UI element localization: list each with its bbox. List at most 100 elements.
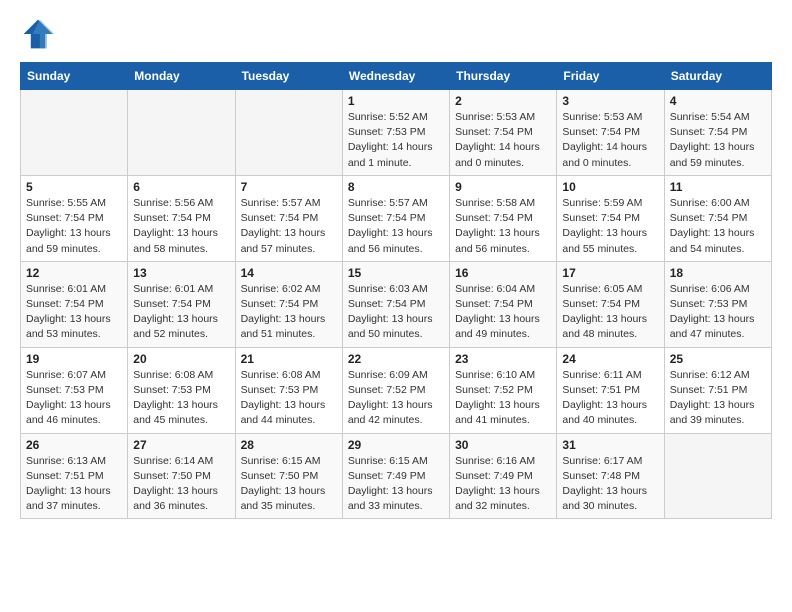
day-number: 27 [133, 438, 229, 452]
day-number: 2 [455, 94, 551, 108]
day-number: 6 [133, 180, 229, 194]
day-detail: Sunrise: 6:14 AM Sunset: 7:50 PM Dayligh… [133, 454, 229, 515]
calendar-cell: 18Sunrise: 6:06 AM Sunset: 7:53 PM Dayli… [664, 261, 771, 347]
calendar-cell: 25 Sunrise: 6:12 AM Sunset: 7:51 PM Dayli… [664, 347, 771, 433]
calendar-cell: 19 Sunrise: 6:07 AM Sunset: 7:53 PM Dayli… [21, 347, 128, 433]
page: SundayMondayTuesdayWednesdayThursdayFrid… [0, 0, 792, 535]
day-number: 3 [562, 94, 658, 108]
day-detail: Sunrise: 5:52 AM Sunset: 7:53 PM Dayligh… [348, 110, 444, 171]
day-detail: Sunrise: 6:01 AM Sunset: 7:54 PM Dayligh… [26, 282, 122, 343]
day-detail: Sunrise: 6:01 AM Sunset: 7:54 PM Dayligh… [133, 282, 229, 343]
week-row-5: 26 Sunrise: 6:13 AM Sunset: 7:51 PM Dayli… [21, 433, 772, 519]
calendar-cell: 28 Sunrise: 6:15 AM Sunset: 7:50 PM Dayli… [235, 433, 342, 519]
day-number: 26 [26, 438, 122, 452]
day-number: 20 [133, 352, 229, 366]
day-number: 21 [241, 352, 337, 366]
day-detail: Sunrise: 6:10 AM Sunset: 7:52 PM Dayligh… [455, 368, 551, 429]
day-number: 29 [348, 438, 444, 452]
calendar-cell: 13 Sunrise: 6:01 AM Sunset: 7:54 PM Dayli… [128, 261, 235, 347]
calendar-cell: 21 Sunrise: 6:08 AM Sunset: 7:53 PM Dayli… [235, 347, 342, 433]
calendar-cell: 26 Sunrise: 6:13 AM Sunset: 7:51 PM Dayli… [21, 433, 128, 519]
calendar-cell: 10 Sunrise: 5:59 AM Sunset: 7:54 PM Dayli… [557, 175, 664, 261]
week-row-4: 19 Sunrise: 6:07 AM Sunset: 7:53 PM Dayli… [21, 347, 772, 433]
calendar-cell [664, 433, 771, 519]
day-number: 22 [348, 352, 444, 366]
day-number: 10 [562, 180, 658, 194]
calendar-cell: 30 Sunrise: 6:16 AM Sunset: 7:49 PM Dayli… [450, 433, 557, 519]
day-number: 17 [562, 266, 658, 280]
calendar-cell: 2 Sunrise: 5:53 AM Sunset: 7:54 PM Daylig… [450, 90, 557, 176]
day-number: 13 [133, 266, 229, 280]
calendar-cell: 17 Sunrise: 6:05 AM Sunset: 7:54 PM Dayli… [557, 261, 664, 347]
day-number: 5 [26, 180, 122, 194]
weekday-header-monday: Monday [128, 63, 235, 90]
day-number: 19 [26, 352, 122, 366]
weekday-header-row: SundayMondayTuesdayWednesdayThursdayFrid… [21, 63, 772, 90]
day-detail: Sunrise: 6:08 AM Sunset: 7:53 PM Dayligh… [241, 368, 337, 429]
calendar-cell: 11 Sunrise: 6:00 AM Sunset: 7:54 PM Dayli… [664, 175, 771, 261]
calendar-cell: 3Sunrise: 5:53 AM Sunset: 7:54 PM Daylig… [557, 90, 664, 176]
week-row-3: 12 Sunrise: 6:01 AM Sunset: 7:54 PM Dayli… [21, 261, 772, 347]
calendar-cell: 20Sunrise: 6:08 AM Sunset: 7:53 PM Dayli… [128, 347, 235, 433]
header [20, 16, 772, 52]
day-detail: Sunrise: 6:17 AM Sunset: 7:48 PM Dayligh… [562, 454, 658, 515]
day-detail: Sunrise: 6:12 AM Sunset: 7:51 PM Dayligh… [670, 368, 766, 429]
weekday-header-saturday: Saturday [664, 63, 771, 90]
weekday-header-wednesday: Wednesday [342, 63, 449, 90]
day-number: 8 [348, 180, 444, 194]
day-number: 4 [670, 94, 766, 108]
calendar-cell: 1 Sunrise: 5:52 AM Sunset: 7:53 PM Daylig… [342, 90, 449, 176]
weekday-header-thursday: Thursday [450, 63, 557, 90]
day-detail: Sunrise: 5:57 AM Sunset: 7:54 PM Dayligh… [348, 196, 444, 257]
day-number: 9 [455, 180, 551, 194]
calendar-cell: 31Sunrise: 6:17 AM Sunset: 7:48 PM Dayli… [557, 433, 664, 519]
calendar-cell: 27 Sunrise: 6:14 AM Sunset: 7:50 PM Dayli… [128, 433, 235, 519]
day-detail: Sunrise: 5:58 AM Sunset: 7:54 PM Dayligh… [455, 196, 551, 257]
day-number: 12 [26, 266, 122, 280]
calendar-table: SundayMondayTuesdayWednesdayThursdayFrid… [20, 62, 772, 519]
calendar-cell: 7 Sunrise: 5:57 AM Sunset: 7:54 PM Daylig… [235, 175, 342, 261]
weekday-header-tuesday: Tuesday [235, 63, 342, 90]
day-detail: Sunrise: 6:03 AM Sunset: 7:54 PM Dayligh… [348, 282, 444, 343]
day-number: 1 [348, 94, 444, 108]
calendar-cell [128, 90, 235, 176]
day-number: 30 [455, 438, 551, 452]
day-detail: Sunrise: 6:04 AM Sunset: 7:54 PM Dayligh… [455, 282, 551, 343]
calendar-cell [235, 90, 342, 176]
day-detail: Sunrise: 6:02 AM Sunset: 7:54 PM Dayligh… [241, 282, 337, 343]
day-detail: Sunrise: 5:56 AM Sunset: 7:54 PM Dayligh… [133, 196, 229, 257]
calendar-cell: 23Sunrise: 6:10 AM Sunset: 7:52 PM Dayli… [450, 347, 557, 433]
day-detail: Sunrise: 6:00 AM Sunset: 7:54 PM Dayligh… [670, 196, 766, 257]
day-number: 7 [241, 180, 337, 194]
day-detail: Sunrise: 6:05 AM Sunset: 7:54 PM Dayligh… [562, 282, 658, 343]
day-number: 15 [348, 266, 444, 280]
calendar-cell: 5 Sunrise: 5:55 AM Sunset: 7:54 PM Daylig… [21, 175, 128, 261]
day-detail: Sunrise: 6:13 AM Sunset: 7:51 PM Dayligh… [26, 454, 122, 515]
calendar-cell: 14 Sunrise: 6:02 AM Sunset: 7:54 PM Dayli… [235, 261, 342, 347]
day-detail: Sunrise: 6:11 AM Sunset: 7:51 PM Dayligh… [562, 368, 658, 429]
day-detail: Sunrise: 5:57 AM Sunset: 7:54 PM Dayligh… [241, 196, 337, 257]
calendar-cell: 4Sunrise: 5:54 AM Sunset: 7:54 PM Daylig… [664, 90, 771, 176]
day-detail: Sunrise: 5:53 AM Sunset: 7:54 PM Dayligh… [455, 110, 551, 171]
day-detail: Sunrise: 6:15 AM Sunset: 7:50 PM Dayligh… [241, 454, 337, 515]
calendar-cell: 12 Sunrise: 6:01 AM Sunset: 7:54 PM Dayli… [21, 261, 128, 347]
day-detail: Sunrise: 6:09 AM Sunset: 7:52 PM Dayligh… [348, 368, 444, 429]
calendar-cell: 15 Sunrise: 6:03 AM Sunset: 7:54 PM Dayli… [342, 261, 449, 347]
day-number: 11 [670, 180, 766, 194]
day-detail: Sunrise: 6:16 AM Sunset: 7:49 PM Dayligh… [455, 454, 551, 515]
weekday-header-friday: Friday [557, 63, 664, 90]
calendar-cell [21, 90, 128, 176]
day-number: 25 [670, 352, 766, 366]
day-detail: Sunrise: 6:07 AM Sunset: 7:53 PM Dayligh… [26, 368, 122, 429]
calendar-cell: 24 Sunrise: 6:11 AM Sunset: 7:51 PM Dayli… [557, 347, 664, 433]
calendar-cell: 9 Sunrise: 5:58 AM Sunset: 7:54 PM Daylig… [450, 175, 557, 261]
day-detail: Sunrise: 6:06 AM Sunset: 7:53 PM Dayligh… [670, 282, 766, 343]
day-number: 28 [241, 438, 337, 452]
logo-icon [20, 16, 56, 52]
calendar-cell: 29 Sunrise: 6:15 AM Sunset: 7:49 PM Dayli… [342, 433, 449, 519]
day-number: 24 [562, 352, 658, 366]
day-number: 14 [241, 266, 337, 280]
day-detail: Sunrise: 5:59 AM Sunset: 7:54 PM Dayligh… [562, 196, 658, 257]
day-detail: Sunrise: 6:15 AM Sunset: 7:49 PM Dayligh… [348, 454, 444, 515]
day-detail: Sunrise: 5:55 AM Sunset: 7:54 PM Dayligh… [26, 196, 122, 257]
